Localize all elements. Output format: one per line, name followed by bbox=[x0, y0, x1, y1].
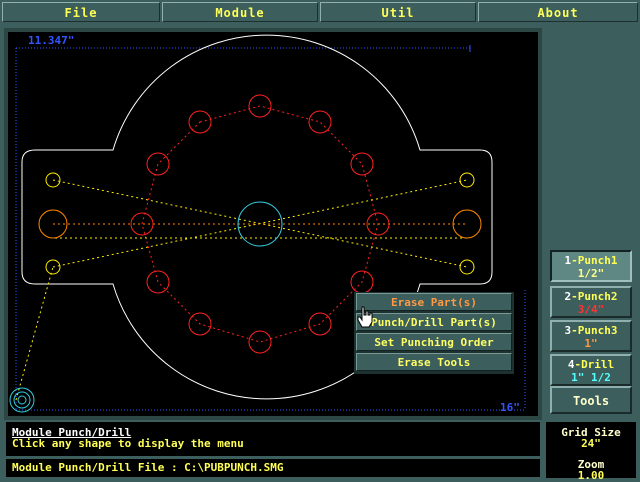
file-path: Module Punch/Drill File : C:\PUBPUNCH.SM… bbox=[12, 461, 284, 474]
ctx-punch-drill-parts[interactable]: Punch/Drill Part(s) bbox=[356, 313, 512, 331]
tool-name: Punch2 bbox=[577, 290, 618, 303]
menu-about[interactable]: About bbox=[478, 2, 638, 22]
menu-util[interactable]: Util bbox=[320, 2, 476, 22]
tool-size: 1" bbox=[584, 337, 598, 350]
tool-name: Drill bbox=[581, 358, 615, 371]
grid-size-value: 24" bbox=[581, 437, 601, 450]
menu-file[interactable]: File bbox=[2, 2, 160, 22]
tool-size: 1/2" bbox=[577, 267, 605, 280]
tool-drill-button[interactable]: 4-Drill 1" 1/2 bbox=[550, 354, 632, 386]
tool-size: 3/4" bbox=[577, 303, 605, 316]
grid-zoom-panel: Grid Size 24" Zoom 1.00 bbox=[546, 422, 636, 482]
menu-module[interactable]: Module bbox=[162, 2, 318, 22]
zoom-value: 1.00 bbox=[577, 469, 605, 482]
file-bar: Module Punch/Drill File : C:\PUBPUNCH.SM… bbox=[6, 459, 540, 477]
tool-name: Punch3 bbox=[577, 324, 618, 337]
status-message: Click any shape to display the menu bbox=[12, 437, 244, 450]
red-hole[interactable] bbox=[248, 330, 272, 354]
yellow-path-start bbox=[15, 266, 54, 401]
red-hole[interactable] bbox=[308, 110, 332, 134]
coord-top-left: 11.347" bbox=[28, 34, 75, 47]
red-hole[interactable] bbox=[248, 94, 272, 118]
hand-cursor-icon bbox=[357, 306, 373, 328]
red-hole[interactable] bbox=[350, 152, 374, 176]
ctx-set-punching-order[interactable]: Set Punching Order bbox=[356, 333, 512, 351]
status-panel: Module Punch/Drill Click any shape to di… bbox=[6, 422, 540, 456]
red-hole[interactable] bbox=[146, 152, 170, 176]
tool-punch3-button[interactable]: 3-Punch3 1" bbox=[550, 320, 632, 352]
tool-name: Punch1 bbox=[577, 254, 618, 267]
tool-punch2-button[interactable]: 2-Punch2 3/4" bbox=[550, 286, 632, 318]
red-hole[interactable] bbox=[146, 270, 170, 294]
tools-button[interactable]: Tools bbox=[550, 386, 632, 414]
ctx-erase-tools[interactable]: Erase Tools bbox=[356, 353, 512, 371]
tool-punch1-button[interactable]: 1-Punch1 1/2" bbox=[550, 250, 632, 282]
ctx-erase-parts[interactable]: Erase Part(s) bbox=[356, 293, 512, 311]
origin-target-icon bbox=[9, 387, 35, 413]
tool-size: 1" 1/2 bbox=[571, 371, 611, 384]
coord-bottom-right: 16" bbox=[500, 401, 520, 414]
context-menu: Erase Part(s) Punch/Drill Part(s) Set Pu… bbox=[354, 292, 514, 374]
menu-bar: File Module Util About bbox=[0, 0, 640, 24]
